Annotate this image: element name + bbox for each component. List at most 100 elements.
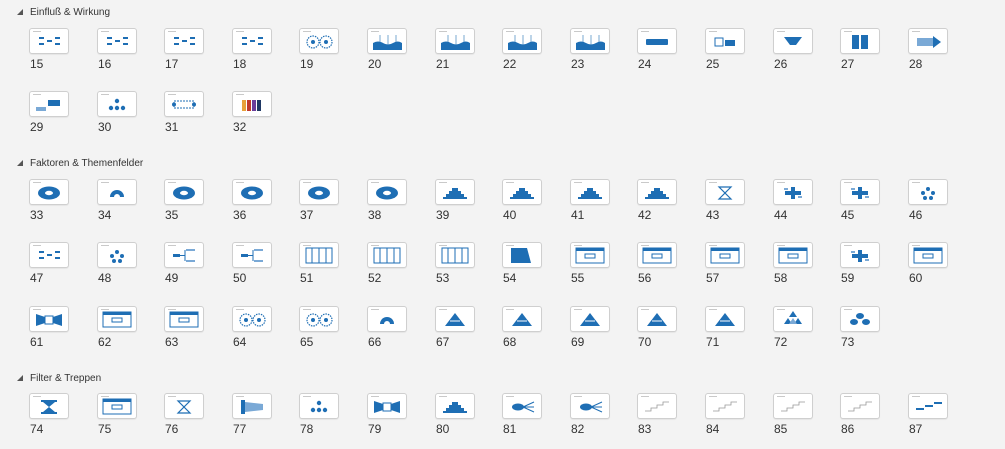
layout-tile[interactable]: 45 [840,179,880,223]
layout-tile[interactable]: 27 [840,28,880,72]
layout-tile[interactable]: 41 [570,179,610,223]
layout-thumbnail[interactable] [840,179,880,205]
layout-thumbnail[interactable] [908,393,948,419]
layout-thumbnail[interactable] [299,393,339,419]
layout-thumbnail[interactable] [97,179,137,205]
layout-thumbnail[interactable] [435,306,475,332]
layout-tile[interactable]: 30 [97,91,137,135]
layout-tile[interactable]: 51 [299,242,339,286]
layout-tile[interactable]: 86 [840,393,880,437]
layout-tile[interactable]: 82 [570,393,610,437]
layout-thumbnail[interactable] [840,306,880,332]
layout-thumbnail[interactable] [705,242,745,268]
layout-tile[interactable]: 64 [232,306,272,350]
layout-thumbnail[interactable] [97,242,137,268]
layout-thumbnail[interactable] [97,306,137,332]
layout-tile[interactable]: 49 [164,242,204,286]
layout-tile[interactable]: 85 [773,393,813,437]
layout-thumbnail[interactable] [705,306,745,332]
layout-thumbnail[interactable] [299,242,339,268]
layout-tile[interactable]: 32 [232,91,272,135]
layout-thumbnail[interactable] [232,179,272,205]
layout-thumbnail[interactable] [164,393,204,419]
layout-thumbnail[interactable] [570,393,610,419]
layout-thumbnail[interactable] [164,179,204,205]
layout-tile[interactable]: 31 [164,91,204,135]
layout-thumbnail[interactable] [840,393,880,419]
layout-tile[interactable]: 33 [29,179,69,223]
layout-thumbnail[interactable] [232,28,272,54]
layout-tile[interactable]: 15 [29,28,69,72]
layout-thumbnail[interactable] [29,179,69,205]
layout-tile[interactable]: 60 [908,242,948,286]
layout-tile[interactable]: 68 [502,306,542,350]
layout-thumbnail[interactable] [97,91,137,117]
layout-thumbnail[interactable] [773,393,813,419]
layout-thumbnail[interactable] [367,306,407,332]
collapse-caret-icon[interactable] [16,374,24,382]
layout-tile[interactable]: 36 [232,179,272,223]
layout-tile[interactable]: 81 [502,393,542,437]
layout-thumbnail[interactable] [29,242,69,268]
collapse-caret-icon[interactable] [16,8,24,16]
layout-thumbnail[interactable] [29,28,69,54]
layout-tile[interactable]: 56 [637,242,677,286]
layout-thumbnail[interactable] [435,393,475,419]
layout-thumbnail[interactable] [705,28,745,54]
layout-tile[interactable]: 48 [97,242,137,286]
layout-thumbnail[interactable] [29,393,69,419]
layout-tile[interactable]: 72 [773,306,813,350]
layout-tile[interactable]: 83 [637,393,677,437]
layout-thumbnail[interactable] [164,306,204,332]
layout-thumbnail[interactable] [773,179,813,205]
layout-thumbnail[interactable] [705,179,745,205]
layout-thumbnail[interactable] [502,393,542,419]
layout-thumbnail[interactable] [367,28,407,54]
layout-tile[interactable]: 52 [367,242,407,286]
layout-tile[interactable]: 57 [705,242,745,286]
layout-tile[interactable]: 19 [299,28,339,72]
layout-thumbnail[interactable] [232,393,272,419]
layout-tile[interactable]: 35 [164,179,204,223]
layout-thumbnail[interactable] [637,393,677,419]
layout-thumbnail[interactable] [908,179,948,205]
layout-tile[interactable]: 28 [908,28,948,72]
layout-tile[interactable]: 38 [367,179,407,223]
layout-tile[interactable]: 87 [908,393,948,437]
layout-tile[interactable]: 69 [570,306,610,350]
layout-thumbnail[interactable] [299,28,339,54]
layout-thumbnail[interactable] [502,306,542,332]
layout-thumbnail[interactable] [232,306,272,332]
layout-tile[interactable]: 24 [637,28,677,72]
layout-tile[interactable]: 63 [164,306,204,350]
layout-thumbnail[interactable] [164,91,204,117]
layout-tile[interactable]: 58 [773,242,813,286]
layout-tile[interactable]: 18 [232,28,272,72]
layout-thumbnail[interactable] [164,242,204,268]
layout-tile[interactable]: 26 [773,28,813,72]
layout-tile[interactable]: 47 [29,242,69,286]
layout-thumbnail[interactable] [570,179,610,205]
layout-tile[interactable]: 53 [435,242,475,286]
layout-tile[interactable]: 79 [367,393,407,437]
layout-tile[interactable]: 43 [705,179,745,223]
layout-thumbnail[interactable] [637,242,677,268]
layout-thumbnail[interactable] [773,28,813,54]
layout-thumbnail[interactable] [367,393,407,419]
layout-tile[interactable]: 73 [840,306,880,350]
layout-thumbnail[interactable] [570,242,610,268]
layout-tile[interactable]: 23 [570,28,610,72]
layout-thumbnail[interactable] [435,242,475,268]
layout-thumbnail[interactable] [570,306,610,332]
layout-thumbnail[interactable] [502,179,542,205]
layout-tile[interactable]: 16 [97,28,137,72]
section-header[interactable]: Einfluß & Wirkung [16,4,110,20]
layout-thumbnail[interactable] [29,91,69,117]
layout-tile[interactable]: 46 [908,179,948,223]
layout-tile[interactable]: 20 [367,28,407,72]
layout-thumbnail[interactable] [502,28,542,54]
layout-tile[interactable]: 66 [367,306,407,350]
layout-tile[interactable]: 42 [637,179,677,223]
layout-tile[interactable]: 74 [29,393,69,437]
layout-tile[interactable]: 40 [502,179,542,223]
